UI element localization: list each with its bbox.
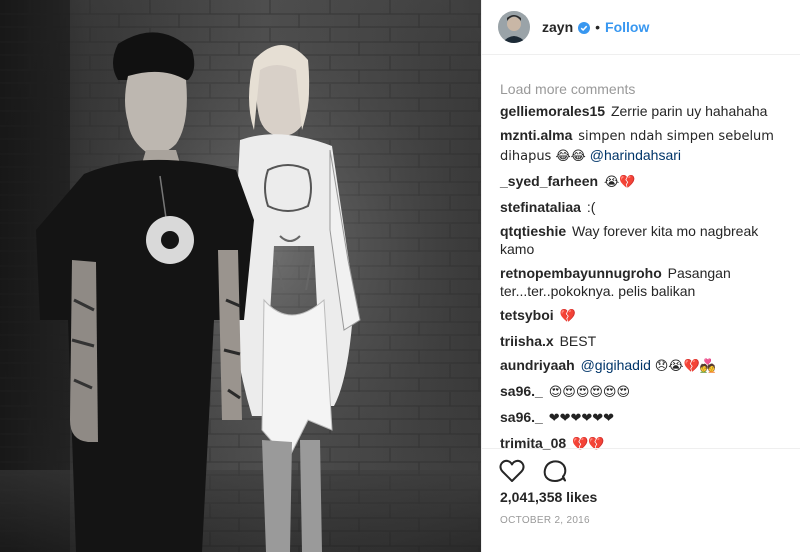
load-more-comments-link[interactable]: Load more comments — [500, 80, 790, 98]
comment-text: Zerrie parin uy hahahaha — [610, 103, 768, 119]
comment-username[interactable]: tetsyboi — [500, 307, 554, 323]
comment-item: trimita_08 💔💔 — [500, 434, 790, 454]
username-link[interactable]: zayn — [542, 19, 573, 35]
comment-text: 😍😍😍😍😍😍 — [548, 385, 631, 400]
comment-text: 💔 — [559, 309, 576, 324]
post-actions: 2,041,358 likes OCTOBER 2, 2016 — [482, 448, 800, 526]
comment-username[interactable]: stefinataliaa — [500, 199, 581, 215]
follow-button[interactable]: Follow — [605, 19, 649, 35]
comment-username[interactable]: aundriyaah — [500, 357, 575, 373]
likes-count[interactable]: 2,041,358 likes — [500, 489, 597, 505]
comment-item: aundriyaah @gigihadid 😞😭💔💑 — [500, 356, 790, 376]
comment-item: tetsyboi 💔 — [500, 306, 790, 326]
post-header: zayn • Follow — [482, 0, 800, 55]
comment-username[interactable]: triisha.x — [500, 333, 554, 349]
comment-text: 💔💔 — [572, 437, 605, 452]
verified-badge-icon — [578, 21, 591, 34]
comment-item: triisha.x BEST — [500, 332, 790, 350]
comment-username[interactable]: sa96._ — [500, 383, 543, 399]
comment-item: stefinataliaa :( — [500, 198, 790, 216]
comment-text: ❤❤❤❤❤❤ — [548, 411, 615, 426]
comment-item: gelliemorales15 Zerrie parin uy hahahaha — [500, 102, 790, 120]
comment-username[interactable]: mznti.alma — [500, 127, 572, 143]
comment-username[interactable]: sa96._ — [500, 409, 543, 425]
comment-item: mznti.alma simpen ndah simpen sebelum di… — [500, 126, 790, 166]
photo-illustration — [0, 0, 481, 552]
comment-item: _syed_farheen 😭💔 — [500, 172, 790, 192]
post-photo[interactable] — [0, 0, 481, 552]
comment-item: qtqtieshie Way forever kita mo nagbreak … — [500, 222, 790, 258]
comment-mention[interactable]: @harindahsari — [590, 147, 681, 163]
separator-dot: • — [595, 19, 601, 35]
comment-text: BEST — [559, 333, 597, 349]
post-date[interactable]: OCTOBER 2, 2016 — [500, 515, 590, 526]
comment-mention[interactable]: @gigihadid — [581, 357, 651, 373]
comment-text: 😭💔 — [603, 175, 636, 190]
instagram-post: zayn • Follow Load more comments gelliem… — [0, 0, 800, 552]
comments-list: Load more comments gelliemorales15 Zerri… — [500, 80, 790, 460]
avatar-image — [498, 11, 530, 43]
action-icons — [499, 459, 567, 488]
comment-item: sa96._ 😍😍😍😍😍😍 — [500, 382, 790, 402]
comment-bubble-icon[interactable] — [543, 459, 567, 488]
comment-text: 😞😭💔💑 — [654, 359, 716, 374]
comment-item: retnopembayunnugroho Pasangan ter...ter.… — [500, 264, 790, 300]
avatar[interactable] — [498, 11, 530, 43]
heart-icon[interactable] — [499, 459, 525, 488]
comment-username[interactable]: qtqtieshie — [500, 223, 566, 239]
comment-username[interactable]: gelliemorales15 — [500, 103, 605, 119]
comment-username[interactable]: retnopembayunnugroho — [500, 265, 662, 281]
post-side-panel: zayn • Follow Load more comments gelliem… — [481, 0, 800, 552]
comment-username[interactable]: _syed_farheen — [500, 173, 598, 189]
comment-item: sa96._ ❤❤❤❤❤❤ — [500, 408, 790, 428]
comment-text: :( — [586, 199, 596, 215]
